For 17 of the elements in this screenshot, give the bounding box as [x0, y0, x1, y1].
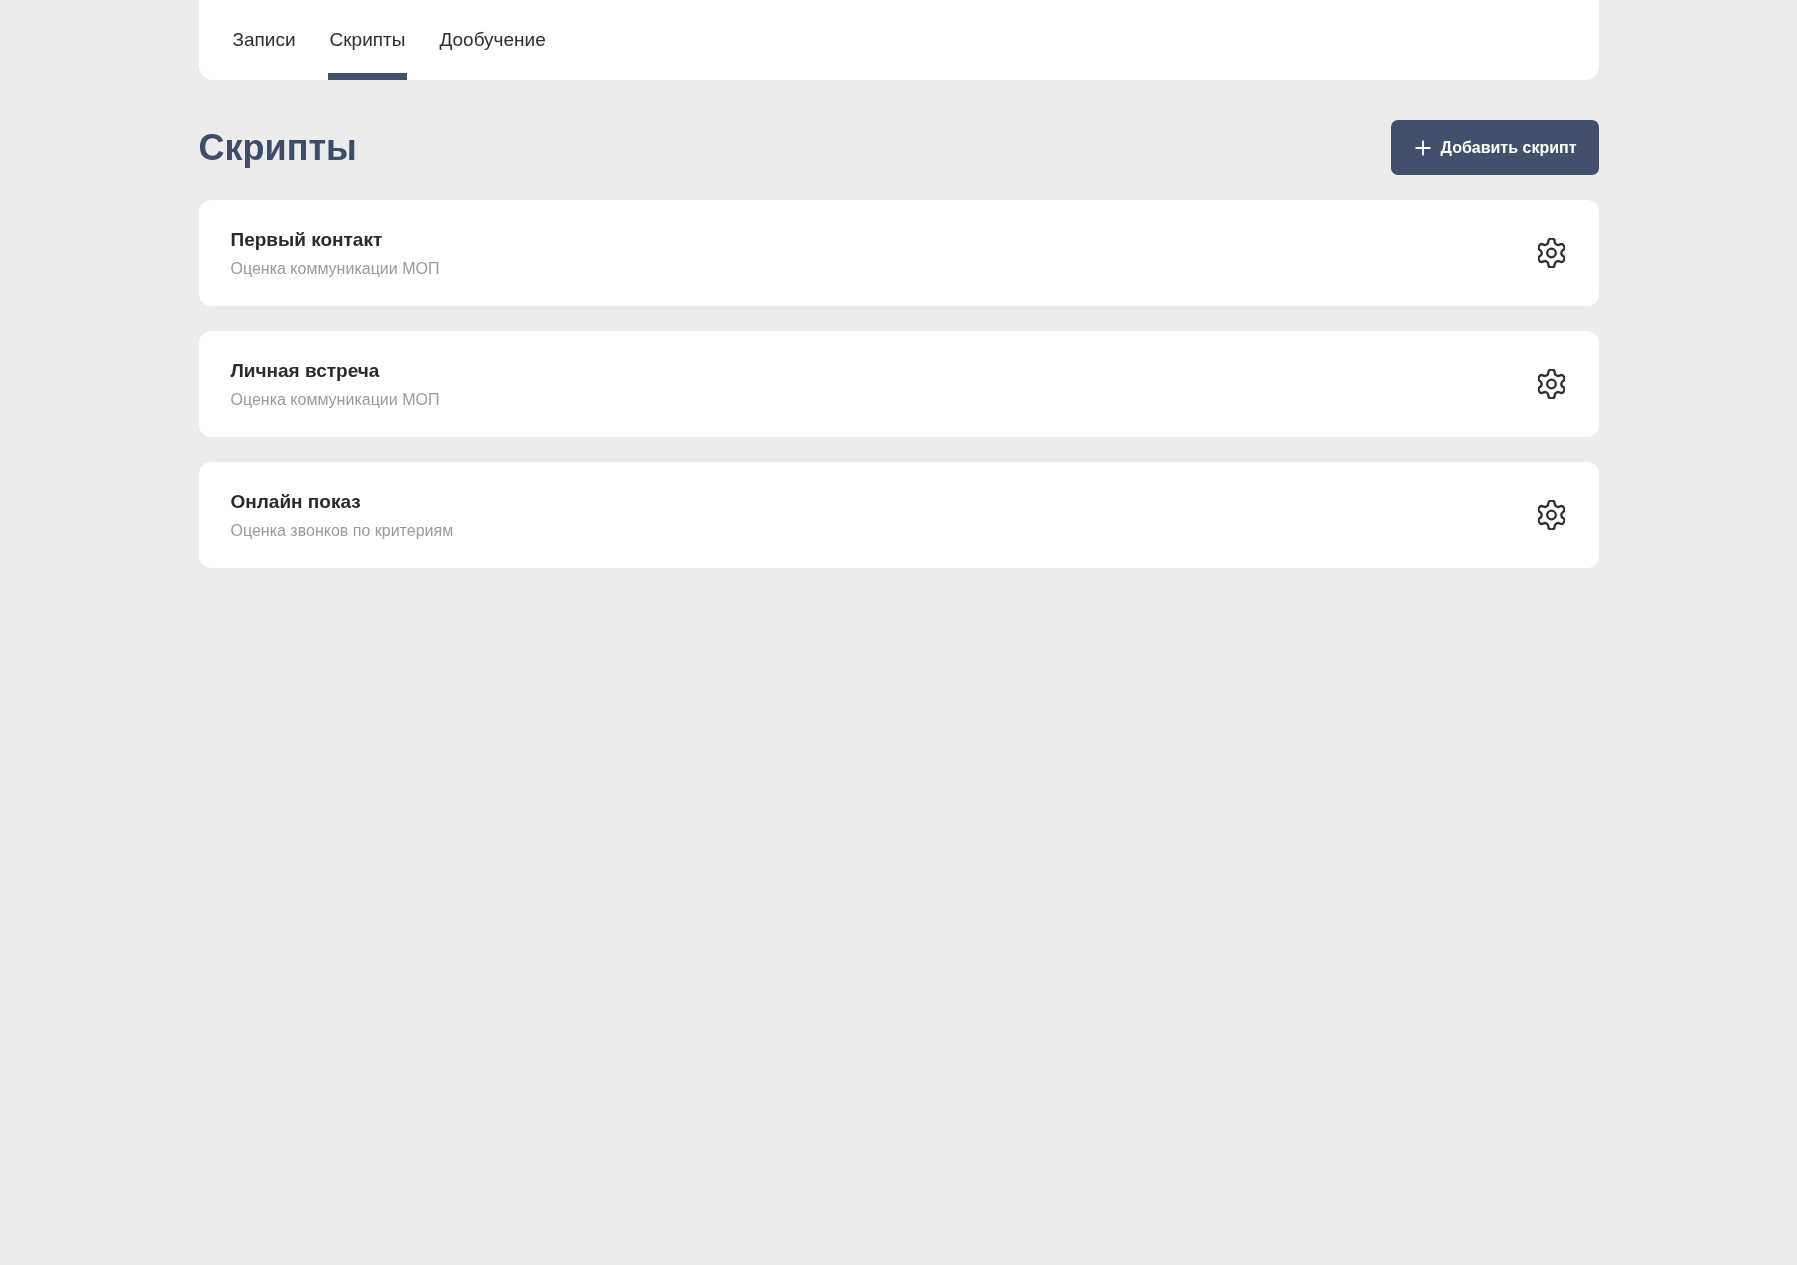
script-description: Оценка коммуникации МОП	[230, 259, 440, 278]
script-description: Оценка звонков по критериям	[230, 521, 454, 540]
settings-icon[interactable]	[1537, 500, 1565, 530]
script-title: Первый контакт	[230, 228, 384, 251]
script-title: Онлайн показ	[230, 490, 362, 513]
plus-icon	[1414, 139, 1431, 156]
script-card[interactable]: Личная встреча Оценка коммуникации МОП	[198, 331, 1599, 437]
tab[interactable]: Записи	[230, 0, 298, 80]
script-description: Оценка коммуникации МОП	[230, 390, 440, 409]
settings-icon[interactable]	[1537, 238, 1565, 268]
script-card[interactable]: Первый контакт Оценка коммуникации МОП	[198, 200, 1599, 306]
script-title: Личная встреча	[230, 359, 381, 382]
tab[interactable]: Дообучение	[437, 0, 548, 80]
add-script-button[interactable]: Добавить скрипт	[1390, 120, 1599, 175]
page-title: Скрипты	[198, 126, 357, 169]
settings-icon[interactable]	[1537, 369, 1565, 399]
script-card[interactable]: Онлайн показ Оценка звонков по критериям	[198, 462, 1599, 568]
